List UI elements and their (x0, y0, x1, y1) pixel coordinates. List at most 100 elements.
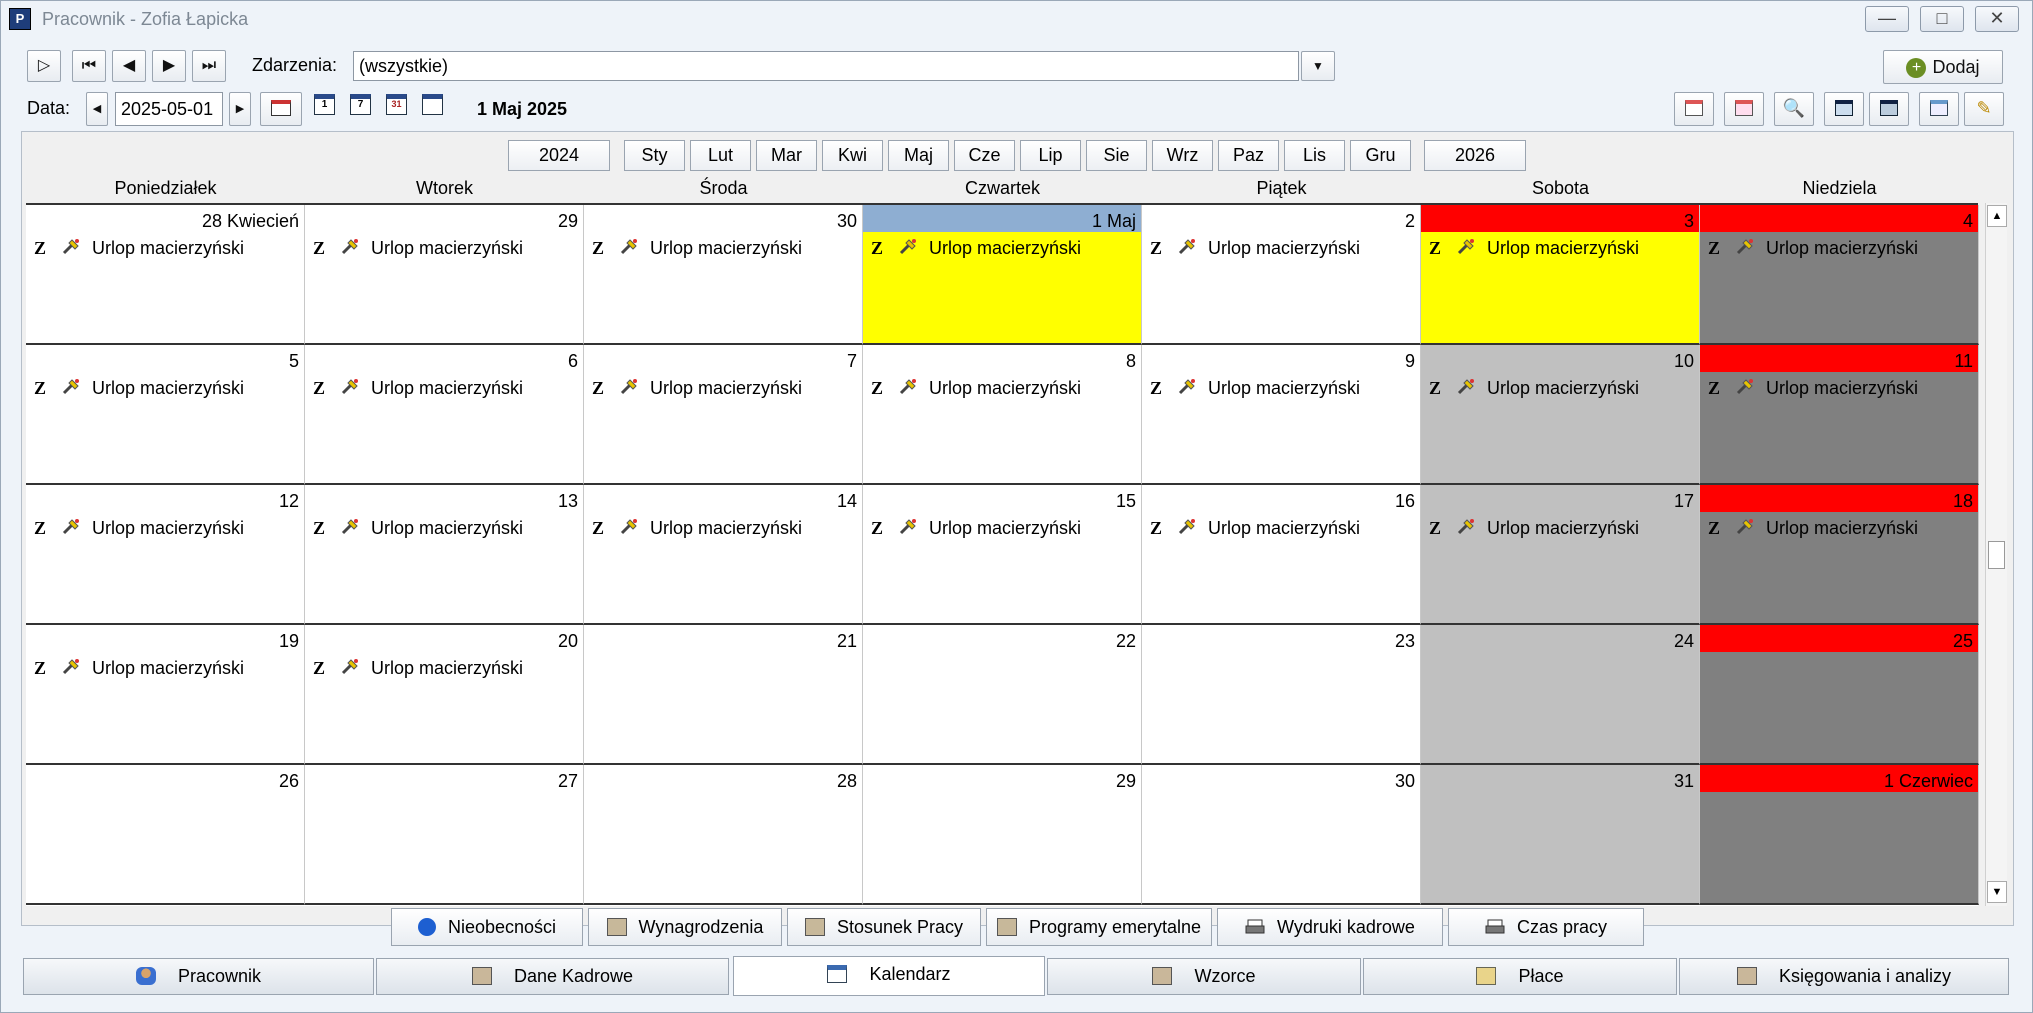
calendar-today-icon[interactable] (1674, 92, 1714, 126)
day-cell[interactable]: 6 Z Urlop macierzyński (305, 345, 584, 485)
pencil-icon[interactable]: ✎ (1964, 92, 2004, 126)
month-button-mar[interactable]: Mar (756, 140, 817, 171)
event-entry[interactable]: Z Urlop macierzyński (592, 517, 802, 539)
day-cell[interactable]: 25 (1700, 625, 1979, 765)
scroll-up-icon[interactable]: ▲ (1987, 205, 2007, 227)
subtab-5[interactable]: Czas pracy (1448, 908, 1644, 946)
day-cell[interactable]: 21 (584, 625, 863, 765)
subtab-2[interactable]: Stosunek Pracy (787, 908, 981, 946)
event-entry[interactable]: Z Urlop macierzyński (34, 237, 244, 259)
date-next-icon[interactable]: ▶ (229, 92, 251, 126)
event-entry[interactable]: Z Urlop macierzyński (871, 237, 1081, 259)
event-entry[interactable]: Z Urlop macierzyński (1708, 517, 1918, 539)
subtab-0[interactable]: Nieobecności (391, 908, 583, 946)
day-cell[interactable]: 12 Z Urlop macierzyński (26, 485, 305, 625)
calendar-settings-icon[interactable] (1724, 92, 1764, 126)
date-prev-icon[interactable]: ◀ (86, 92, 108, 126)
month-button-lut[interactable]: Lut (690, 140, 751, 171)
event-entry[interactable]: Z Urlop macierzyński (1150, 377, 1360, 399)
last-record-icon[interactable]: ⏭ (192, 50, 226, 82)
day-cell[interactable]: 18 Z Urlop macierzyński (1700, 485, 1979, 625)
event-entry[interactable]: Z Urlop macierzyński (1429, 517, 1639, 539)
day-cell[interactable]: 7 Z Urlop macierzyński (584, 345, 863, 485)
day-cell[interactable]: 29 (863, 765, 1142, 905)
scroll-thumb[interactable] (1988, 541, 2005, 569)
subtab-1[interactable]: Wynagrodzenia (588, 908, 782, 946)
schedule-icon[interactable] (1824, 92, 1864, 126)
event-entry[interactable]: Z Urlop macierzyński (592, 377, 802, 399)
event-entry[interactable]: Z Urlop macierzyński (871, 517, 1081, 539)
subtab-4[interactable]: Wydruki kadrowe (1217, 908, 1443, 946)
day-cell[interactable]: 9 Z Urlop macierzyński (1142, 345, 1421, 485)
day-cell[interactable]: 8 Z Urlop macierzyński (863, 345, 1142, 485)
month-button-wrz[interactable]: Wrz (1152, 140, 1213, 171)
day-cell[interactable]: 5 Z Urlop macierzyński (26, 345, 305, 485)
month-button-sty[interactable]: Sty (624, 140, 685, 171)
main-tab-3[interactable]: Wzorce (1047, 958, 1361, 995)
day-cell[interactable]: 1 Maj Z Urlop macierzyński (863, 205, 1142, 345)
event-entry[interactable]: Z Urlop macierzyński (1429, 377, 1639, 399)
close-button[interactable]: ✕ (1975, 6, 2019, 32)
day-cell[interactable]: 15 Z Urlop macierzyński (863, 485, 1142, 625)
month-button-cze[interactable]: Cze (954, 140, 1015, 171)
day-cell[interactable]: 2 Z Urlop macierzyński (1142, 205, 1421, 345)
day-cell[interactable]: 29 Z Urlop macierzyński (305, 205, 584, 345)
day-cell[interactable]: 28 (584, 765, 863, 905)
event-entry[interactable]: Z Urlop macierzyński (34, 517, 244, 539)
week-view-icon[interactable]: 7 (350, 94, 371, 115)
day-cell[interactable]: 14 Z Urlop macierzyński (584, 485, 863, 625)
day-cell[interactable]: 28 Kwiecień Z Urlop macierzyński (26, 205, 305, 345)
event-entry[interactable]: Z Urlop macierzyński (1708, 377, 1918, 399)
minimize-button[interactable]: — (1865, 6, 1909, 32)
event-entry[interactable]: Z Urlop macierzyński (34, 377, 244, 399)
event-entry[interactable]: Z Urlop macierzyński (313, 377, 523, 399)
day-cell[interactable]: 24 (1421, 625, 1700, 765)
day-cell[interactable]: 31 (1421, 765, 1700, 905)
day-cell[interactable]: 17 Z Urlop macierzyński (1421, 485, 1700, 625)
month-button-kwi[interactable]: Kwi (822, 140, 883, 171)
month-button-paz[interactable]: Paz (1218, 140, 1279, 171)
main-tab-5[interactable]: Księgowania i analizy (1679, 958, 2009, 995)
window-view-icon[interactable] (1919, 92, 1959, 126)
maximize-button[interactable]: □ (1920, 6, 1964, 32)
day-cell[interactable]: 3 Z Urlop macierzyński (1421, 205, 1700, 345)
day-cell[interactable]: 30 (1142, 765, 1421, 905)
play-icon[interactable]: ▷ (27, 50, 61, 82)
event-entry[interactable]: Z Urlop macierzyński (1429, 237, 1639, 259)
date-input[interactable]: 2025-05-01 (115, 92, 223, 126)
list-view-icon[interactable] (422, 94, 443, 115)
event-entry[interactable]: Z Urlop macierzyński (313, 517, 523, 539)
event-entry[interactable]: Z Urlop macierzyński (1150, 237, 1360, 259)
event-entry[interactable]: Z Urlop macierzyński (871, 377, 1081, 399)
main-tab-0[interactable]: Pracownik (23, 958, 374, 995)
day-cell[interactable]: 20 Z Urlop macierzyński (305, 625, 584, 765)
day-cell[interactable]: 11 Z Urlop macierzyński (1700, 345, 1979, 485)
month-view-icon[interactable]: 31 (386, 94, 407, 115)
month-button-maj[interactable]: Maj (888, 140, 949, 171)
event-entry[interactable]: Z Urlop macierzyński (592, 237, 802, 259)
month-button-sie[interactable]: Sie (1086, 140, 1147, 171)
day-cell[interactable]: 22 (863, 625, 1142, 765)
event-entry[interactable]: Z Urlop macierzyński (1150, 517, 1360, 539)
day-cell[interactable]: 13 Z Urlop macierzyński (305, 485, 584, 625)
main-tab-4[interactable]: Płace (1363, 958, 1677, 995)
next-record-icon[interactable]: ▶ (152, 50, 186, 82)
prev-year-button[interactable]: 2024 (508, 140, 610, 171)
event-entry[interactable]: Z Urlop macierzyński (313, 657, 523, 679)
month-button-lis[interactable]: Lis (1284, 140, 1345, 171)
vertical-scrollbar[interactable]: ▲ ▼ (1985, 203, 2007, 906)
event-entry[interactable]: Z Urlop macierzyński (34, 657, 244, 679)
calendar-picker-icon[interactable] (260, 92, 302, 126)
events-dropdown-icon[interactable]: ▼ (1301, 51, 1335, 81)
event-entry[interactable]: Z Urlop macierzyński (313, 237, 523, 259)
month-button-gru[interactable]: Gru (1350, 140, 1411, 171)
day-cell[interactable]: 19 Z Urlop macierzyński (26, 625, 305, 765)
main-tab-2[interactable]: Kalendarz (733, 956, 1045, 996)
first-record-icon[interactable]: ⏮ (72, 50, 106, 82)
month-button-lip[interactable]: Lip (1020, 140, 1081, 171)
day-cell[interactable]: 30 Z Urlop macierzyński (584, 205, 863, 345)
events-filter-input[interactable]: (wszystkie) (353, 51, 1299, 81)
schedule-edit-icon[interactable] (1869, 92, 1909, 126)
subtab-3[interactable]: Programy emerytalne (986, 908, 1212, 946)
add-button[interactable]: + Dodaj (1883, 50, 2003, 84)
